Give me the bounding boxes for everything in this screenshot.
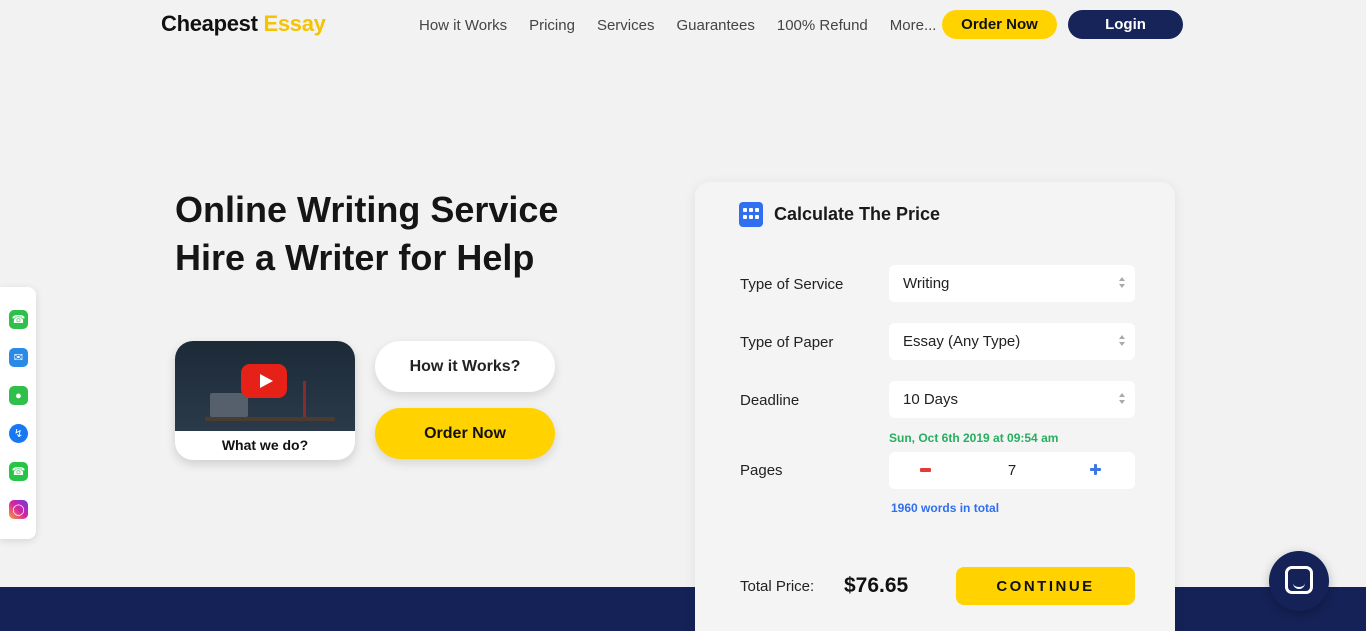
- video-thumbnail[interactable]: [175, 341, 355, 431]
- thumbnail-monitor: [210, 393, 248, 417]
- nav-services[interactable]: Services: [597, 17, 655, 34]
- hero-title-line2: Hire a Writer for Help: [175, 237, 535, 278]
- paper-value: Essay (Any Type): [903, 333, 1021, 350]
- service-value: Writing: [903, 275, 950, 292]
- calculator-title: Calculate The Price: [774, 204, 941, 224]
- nav-guarantees[interactable]: Guarantees: [676, 17, 754, 34]
- contact-sidebar: ☎ ✉ ● ↯ ☎ ◯: [0, 287, 36, 539]
- instagram-icon[interactable]: ◯: [9, 500, 28, 519]
- chat-icon: [1285, 566, 1313, 594]
- main-nav: How it Works Pricing Services Guarantees…: [419, 17, 958, 34]
- deadline-label: Deadline: [740, 392, 800, 409]
- logo[interactable]: Cheapest Essay: [161, 11, 326, 37]
- continue-button[interactable]: CONTINUE: [956, 567, 1135, 605]
- deadline-date: Sun, Oct 6th 2019 at 09:54 am: [889, 431, 1059, 445]
- calculator-icon: [739, 202, 763, 227]
- video-card[interactable]: What we do?: [175, 341, 355, 460]
- plus-icon[interactable]: [1089, 463, 1103, 477]
- deadline-value: 10 Days: [903, 391, 959, 408]
- total-price-label: Total Price:: [740, 578, 815, 595]
- pages-stepper: 7: [889, 452, 1135, 489]
- whatsapp-icon[interactable]: ☎: [9, 462, 28, 481]
- paper-label: Type of Paper: [740, 334, 834, 351]
- login-button[interactable]: Login: [1068, 10, 1183, 39]
- logo-text-primary: Cheapest: [161, 11, 258, 36]
- hero-title-line1: Online Writing Service: [175, 189, 559, 230]
- header-order-now-button[interactable]: Order Now: [942, 10, 1057, 39]
- how-it-works-button[interactable]: How it Works?: [375, 341, 555, 392]
- deadline-select[interactable]: 10 Days: [889, 381, 1135, 418]
- pages-label: Pages: [740, 462, 783, 479]
- total-price-value: $76.65: [844, 574, 909, 597]
- messenger-icon[interactable]: ↯: [9, 424, 28, 443]
- nav-how-it-works[interactable]: How it Works: [419, 17, 507, 34]
- service-select[interactable]: Writing: [889, 265, 1135, 302]
- thumbnail-lamp: [303, 381, 313, 417]
- imessage-icon[interactable]: ●: [9, 386, 28, 405]
- phone-icon[interactable]: ☎: [9, 310, 28, 329]
- chat-launcher[interactable]: [1269, 551, 1329, 611]
- site-header: Cheapest Essay How it Works Pricing Serv…: [0, 0, 1366, 52]
- nav-pricing[interactable]: Pricing: [529, 17, 575, 34]
- logo-text-accent: Essay: [263, 11, 326, 36]
- price-calculator: Calculate The Price Type of Service Writ…: [695, 182, 1175, 631]
- nav-more[interactable]: More...: [890, 17, 937, 34]
- nav-refund[interactable]: 100% Refund: [777, 17, 868, 34]
- thumbnail-desk: [205, 417, 335, 421]
- words-total: 1960 words in total: [891, 501, 1000, 515]
- service-label: Type of Service: [740, 276, 844, 293]
- minus-icon[interactable]: [919, 463, 933, 477]
- paper-select[interactable]: Essay (Any Type): [889, 323, 1135, 360]
- mail-icon[interactable]: ✉: [9, 348, 28, 367]
- hero-title: Online Writing Service Hire a Writer for…: [175, 186, 558, 282]
- youtube-play-icon[interactable]: [241, 364, 287, 398]
- video-label: What we do?: [221, 437, 309, 453]
- hero-order-now-button[interactable]: Order Now: [375, 408, 555, 459]
